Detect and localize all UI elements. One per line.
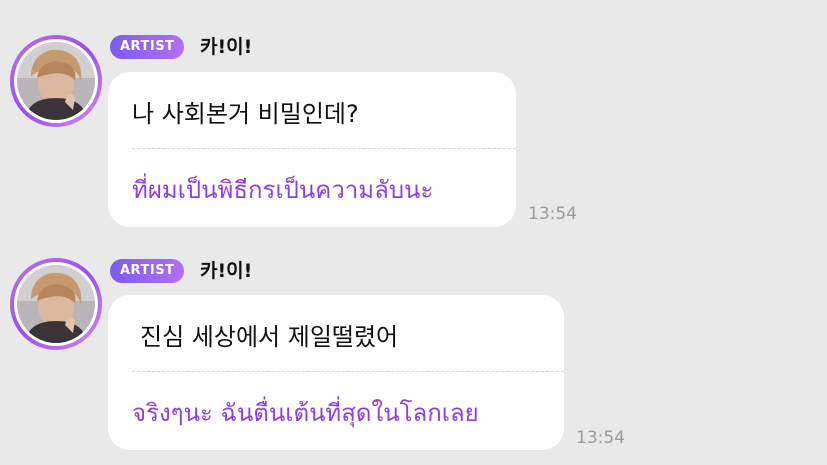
sender-name: 카!이!	[200, 260, 253, 282]
chat-message: ARTIST 카!이! 진심 세상에서 제일떨렸어 จริงๆนะ ฉันตื่…	[0, 0, 827, 465]
artist-badge: ARTIST	[110, 259, 185, 283]
message-timestamp: 13:54	[576, 428, 625, 448]
message-bubble[interactable]: 진심 세상에서 제일떨렸어 จริงๆนะ ฉันตื่นเต้นที่สุดใ…	[108, 295, 564, 450]
artist-avatar-icon	[17, 265, 95, 343]
translation-text: จริงๆนะ ฉันตื่นเต้นที่สุดในโลกเลย	[132, 399, 479, 427]
avatar[interactable]	[10, 258, 102, 350]
message-text: 진심 세상에서 제일떨렸어	[140, 323, 399, 351]
translation-divider	[132, 371, 564, 372]
